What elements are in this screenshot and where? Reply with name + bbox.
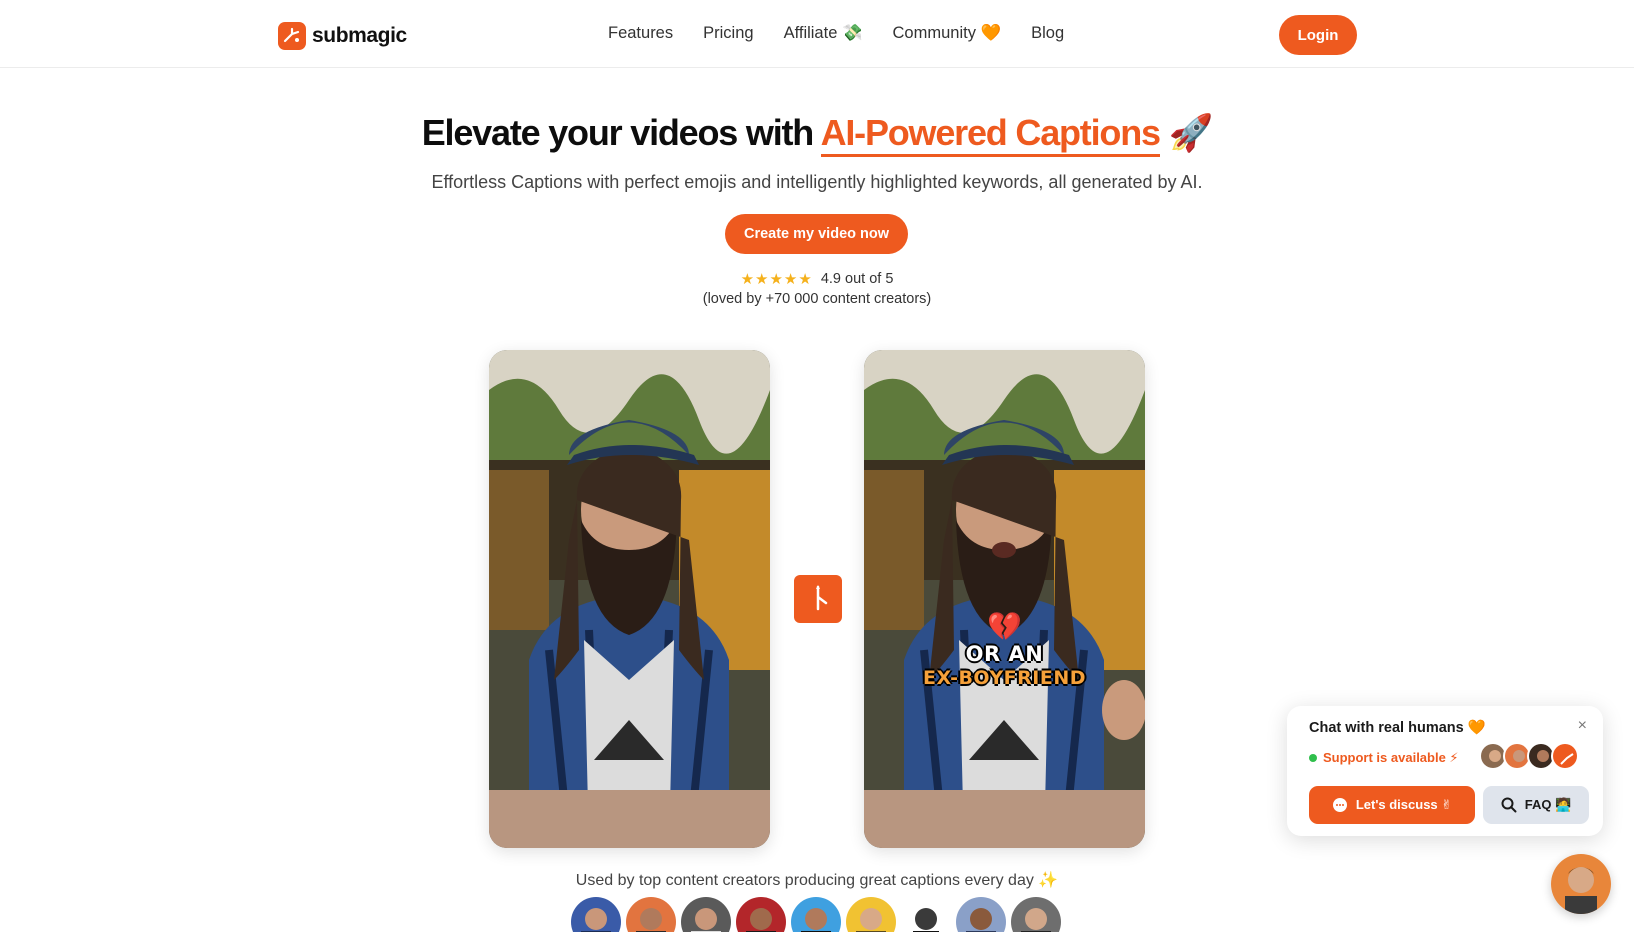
create-video-button[interactable]: Create my video now [725,214,908,254]
hero-title-accent: AI-Powered Captions [820,112,1161,157]
video-caption: 💔 OR AN EX-BOYFRIEND [864,612,1145,690]
caption-line-1: OR AN [965,642,1044,666]
chat-bubble-icon [1332,798,1347,812]
used-by-text: Used by top content creators producing g… [575,872,1059,889]
chat-title: Chat with real humans 🧡 [1309,720,1486,736]
top-nav: submagic Features Pricing Affiliate 💸 Co… [0,0,1634,68]
support-team-avatars [1479,742,1579,770]
loved-by-text: (loved by +70 000 content creators) [702,291,932,307]
video-after-frame [864,350,1145,848]
creator-avatars [571,897,1061,932]
star-rating-icon: ★★★★★ [740,271,813,288]
rating: ★★★★★ 4.9 out of 5 [0,270,1634,288]
support-status: Support is available ⚡ [1309,750,1459,766]
chat-widget: Chat with real humans 🧡 × Support is ava… [1287,706,1603,836]
nav-link-blog[interactable]: Blog [1031,24,1064,43]
hero-title-start: Elevate your videos with [421,112,821,153]
caption-line-2: EX-BOYFRIEND [922,667,1086,689]
nav-link-affiliate[interactable]: Affiliate 💸 [784,24,863,43]
hero-title: Elevate your videos with AI-Powered Capt… [0,112,1634,157]
creator-avatar [1011,897,1061,932]
video-after[interactable]: 💔 OR AN EX-BOYFRIEND [864,350,1145,848]
faq-button[interactable]: FAQ 🧑‍💻 [1483,786,1589,824]
creator-avatar [956,897,1006,932]
logo-text: submagic [312,24,407,47]
submagic-logo-icon [278,22,306,50]
login-button[interactable]: Login [1279,15,1357,55]
submagic-magic-icon [794,575,842,623]
rating-text: 4.9 out of 5 [820,271,894,287]
faq-label: FAQ 🧑‍💻 [1524,797,1572,812]
video-before-frame [489,350,770,848]
chat-launcher-avatar[interactable] [1551,854,1611,914]
creator-avatar [791,897,841,932]
support-status-text: Support is available ⚡ [1323,750,1459,765]
nav-link-features[interactable]: Features [608,24,673,43]
online-dot-icon [1309,754,1317,762]
creator-avatar [571,897,621,932]
creator-avatar [901,897,951,932]
creator-avatar [681,897,731,932]
creator-avatar [846,897,896,932]
search-icon [1501,797,1517,813]
rocket-icon: 🚀 [1159,112,1214,153]
close-icon[interactable]: × [1578,717,1587,735]
nav-link-pricing[interactable]: Pricing [703,24,753,43]
submagic-avatar-icon [1551,742,1579,770]
logo[interactable]: submagic [278,22,407,50]
nav-link-community[interactable]: Community 🧡 [893,24,1002,43]
video-before[interactable] [489,350,770,848]
broken-heart-icon: 💔 [987,610,1022,643]
nav-links: Features Pricing Affiliate 💸 Community 🧡… [608,24,1064,43]
hero-subtitle: Effortless Captions with perfect emojis … [431,172,1203,192]
lets-discuss-label: Let's discuss ✌ [1355,797,1453,812]
creator-avatar [626,897,676,932]
lets-discuss-button[interactable]: Let's discuss ✌ [1309,786,1475,824]
creator-avatar [736,897,786,932]
